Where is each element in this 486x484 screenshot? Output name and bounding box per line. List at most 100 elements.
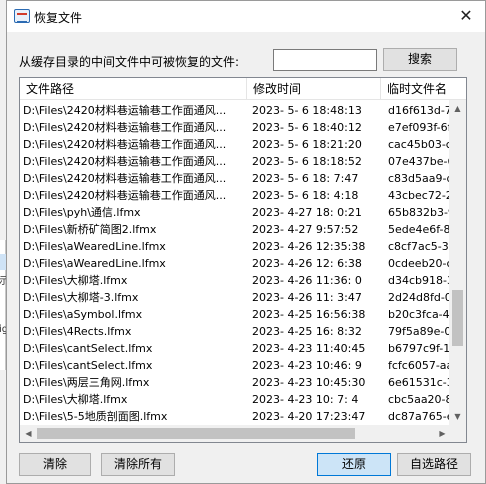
table-row[interactable]: D:\Files\大柳塔.lfmx 2023- 4-26 11:36: 0 d34c… xyxy=(20,272,452,289)
file-path-cell: D:\Files\2420材料巷运输巷工作面通风... xyxy=(23,104,227,117)
horizontal-scroll-thumb[interactable] xyxy=(37,428,355,439)
search-input[interactable] xyxy=(273,49,377,71)
modified-time-cell: 2023- 4-26 12: 6:38 xyxy=(252,257,362,270)
temp-name-cell: 79f5a89e-01f0 xyxy=(388,325,452,338)
modified-time-cell: 2023- 4-25 16:56:38 xyxy=(252,308,366,321)
choose-path-button[interactable]: 自选路径 xyxy=(397,453,471,476)
modified-time-cell: 2023- 4-23 10:46: 9 xyxy=(252,359,362,372)
search-button[interactable]: 搜索 xyxy=(383,48,457,71)
modified-time-cell: 2023- 5- 6 18:18:52 xyxy=(252,155,362,168)
temp-name-cell: dc87a765-ed6 xyxy=(388,410,452,423)
table-row[interactable]: D:\Files\aSymbol.lfmx 2023- 4-25 16:56:38… xyxy=(20,306,452,323)
table-row[interactable]: D:\Files\cantSelect.lfmx 2023- 4-23 10:46… xyxy=(20,357,452,374)
temp-name-cell: d16f613d-77fe xyxy=(388,104,452,117)
dialog-title: 恢复文件 xyxy=(34,11,83,25)
clear-all-button[interactable]: 清除所有 xyxy=(101,453,175,476)
temp-name-cell: 5ede4e6f-8a6 xyxy=(388,223,452,236)
restore-button[interactable]: 还原 xyxy=(317,453,391,476)
temp-name-cell: b20c3fca-4bef xyxy=(388,308,452,321)
modified-time-cell: 2023- 5- 6 18:48:13 xyxy=(252,104,362,117)
table-row[interactable]: D:\Files\2420材料巷运输巷工作面通风... 2023- 5- 6 18… xyxy=(20,102,452,119)
restore-file-dialog: 恢复文件 ✕ 从缓存目录的中间文件中可被恢复的文件: 搜索 文件路径 修改时间 … xyxy=(6,0,486,484)
modified-time-cell: 2023- 4-27 9:57:52 xyxy=(252,223,359,236)
modified-time-cell: 2023- 4-26 11:36: 0 xyxy=(252,274,362,287)
file-rows: D:\Files\2420材料巷运输巷工作面通风... 2023- 5- 6 18… xyxy=(20,102,452,425)
modified-time-cell: 2023- 5- 6 18:21:20 xyxy=(252,138,362,151)
temp-name-cell: 43cbec72-246 xyxy=(388,189,452,202)
scroll-left-icon[interactable]: ◀ xyxy=(20,425,37,442)
modified-time-cell: 2023- 4-23 11:40:45 xyxy=(252,342,366,355)
modified-time-cell: 2023- 5- 6 18:40:12 xyxy=(252,121,362,134)
file-path-cell: D:\Files\2420材料巷运输巷工作面通风... xyxy=(23,121,227,134)
temp-name-cell: 65b832b3-93c xyxy=(388,206,452,219)
temp-name-cell: e7ef093f-6f0f xyxy=(388,121,452,134)
horizontal-scrollbar[interactable]: ◀ ▶ xyxy=(20,425,451,442)
temp-name-cell: d34cb918-37e xyxy=(388,274,452,287)
table-row[interactable]: D:\Files\aWearedLine.lfmx 2023- 4-26 12:3… xyxy=(20,238,452,255)
vertical-scroll-thumb[interactable] xyxy=(452,290,463,346)
table-row[interactable]: D:\Files\2420材料巷运输巷工作面通风... 2023- 5- 6 18… xyxy=(20,170,452,187)
app-icon xyxy=(14,9,30,23)
table-row[interactable]: D:\Files\大柳塔-3.lfmx 2023- 4-26 11: 3:47 2d… xyxy=(20,289,452,306)
file-path-cell: D:\Files\cantSelect.lfmx xyxy=(23,359,153,372)
temp-name-cell: 0cdeeb20-c80 xyxy=(388,257,452,270)
title-bar: 恢复文件 ✕ xyxy=(7,1,485,32)
table-row[interactable]: D:\Files\aWearedLine.lfmx 2023- 4-26 12: … xyxy=(20,255,452,272)
file-path-cell: D:\Files\aWearedLine.lfmx xyxy=(23,240,166,253)
temp-name-cell: c8cf7ac5-36c2 xyxy=(388,240,452,253)
file-path-cell: D:\Files\大柳塔.lfmx xyxy=(23,274,128,287)
table-row[interactable]: D:\Files\2420材料巷运输巷工作面通风... 2023- 5- 6 18… xyxy=(20,187,452,204)
vertical-scrollbar[interactable]: ▲ ▼ xyxy=(449,100,466,425)
modified-time-cell: 2023- 5- 6 18: 7:47 xyxy=(252,172,359,185)
table-row[interactable]: D:\Files\两层三角网.lfmx 2023- 4-23 10:45:30 6e… xyxy=(20,374,452,391)
temp-name-cell: cbc5aa20-8f70 xyxy=(388,393,452,406)
modified-time-cell: 2023- 5- 6 18: 4:18 xyxy=(252,189,359,202)
column-header-time[interactable]: 修改时间 xyxy=(247,78,380,100)
temp-name-cell: cac45b03-c1ca xyxy=(388,138,452,151)
file-path-cell: D:\Files\新桥矿简图2.lfmx xyxy=(23,223,157,236)
search-label: 从缓存目录的中间文件中可被恢复的文件: xyxy=(19,55,240,69)
table-row[interactable]: D:\Files\cantSelect.lfmx 2023- 4-23 11:40… xyxy=(20,340,452,357)
list-header: 文件路径 修改时间 临时文件名 xyxy=(20,78,466,100)
modified-time-cell: 2023- 4-27 18: 0:21 xyxy=(252,206,362,219)
modified-time-cell: 2023- 4-23 10: 7: 4 xyxy=(252,393,359,406)
modified-time-cell: 2023- 4-26 12:35:38 xyxy=(252,240,366,253)
file-path-cell: D:\Files\aSymbol.lfmx xyxy=(23,308,143,321)
table-row[interactable]: D:\Files\4Rects.lfmx 2023- 4-25 16: 8:32 7… xyxy=(20,323,452,340)
recoverable-file-list[interactable]: 文件路径 修改时间 临时文件名 D:\Files\2420材料巷运输巷工作面通风… xyxy=(19,77,467,443)
file-path-cell: D:\Files\4Rects.lfmx xyxy=(23,325,132,338)
table-row[interactable]: D:\Files\pyh\通信.lfmx 2023- 4-27 18: 0:21 6… xyxy=(20,204,452,221)
temp-name-cell: 07e437be-6b2 xyxy=(388,155,452,168)
file-path-cell: D:\Files\两层三角网.lfmx xyxy=(23,376,150,389)
table-row[interactable]: D:\Files\大柳塔.lfmx 2023- 4-23 10: 7: 4 cbc5… xyxy=(20,391,452,408)
file-path-cell: D:\Files\2420材料巷运输巷工作面通风... xyxy=(23,138,227,151)
temp-name-cell: 6e61531c-37e xyxy=(388,376,452,389)
modified-time-cell: 2023- 4-26 11: 3:47 xyxy=(252,291,362,304)
column-header-temp-name[interactable]: 临时文件名 xyxy=(381,78,451,100)
temp-name-cell: b6797c9f-12b xyxy=(388,342,452,355)
scrollbar-corner xyxy=(449,425,466,442)
table-row[interactable]: D:\Files\5-5地质剖面图.lfmx 2023- 4-20 17:23:4… xyxy=(20,408,452,425)
file-path-cell: D:\Files\2420材料巷运输巷工作面通风... xyxy=(23,189,227,202)
table-row[interactable]: D:\Files\新桥矿简图2.lfmx 2023- 4-27 9:57:52 5e… xyxy=(20,221,452,238)
file-path-cell: D:\Files\pyh\通信.lfmx xyxy=(23,206,141,219)
file-path-cell: D:\Files\aWearedLine.lfmx xyxy=(23,257,166,270)
clear-button[interactable]: 清除 xyxy=(19,453,91,476)
close-button[interactable]: ✕ xyxy=(453,5,479,27)
table-row[interactable]: D:\Files\2420材料巷运输巷工作面通风... 2023- 5- 6 18… xyxy=(20,153,452,170)
file-path-cell: D:\Files\2420材料巷运输巷工作面通风... xyxy=(23,155,227,168)
temp-name-cell: fcfc6057-aa75 xyxy=(388,359,452,372)
modified-time-cell: 2023- 4-20 17:23:47 xyxy=(252,410,366,423)
modified-time-cell: 2023- 4-23 10:45:30 xyxy=(252,376,366,389)
table-row[interactable]: D:\Files\2420材料巷运输巷工作面通风... 2023- 5- 6 18… xyxy=(20,136,452,153)
scroll-up-icon[interactable]: ▲ xyxy=(449,100,466,117)
column-header-path[interactable]: 文件路径 xyxy=(20,78,246,100)
temp-name-cell: c83d5aa9-d38 xyxy=(388,172,452,185)
modified-time-cell: 2023- 4-25 16: 8:32 xyxy=(252,325,362,338)
table-row[interactable]: D:\Files\2420材料巷运输巷工作面通风... 2023- 5- 6 18… xyxy=(20,119,452,136)
file-path-cell: D:\Files\大柳塔-3.lfmx xyxy=(23,291,139,304)
file-path-cell: D:\Files\大柳塔.lfmx xyxy=(23,393,128,406)
scroll-down-icon[interactable]: ▼ xyxy=(449,408,466,425)
close-icon: ✕ xyxy=(459,6,473,25)
file-path-cell: D:\Files\cantSelect.lfmx xyxy=(23,342,153,355)
